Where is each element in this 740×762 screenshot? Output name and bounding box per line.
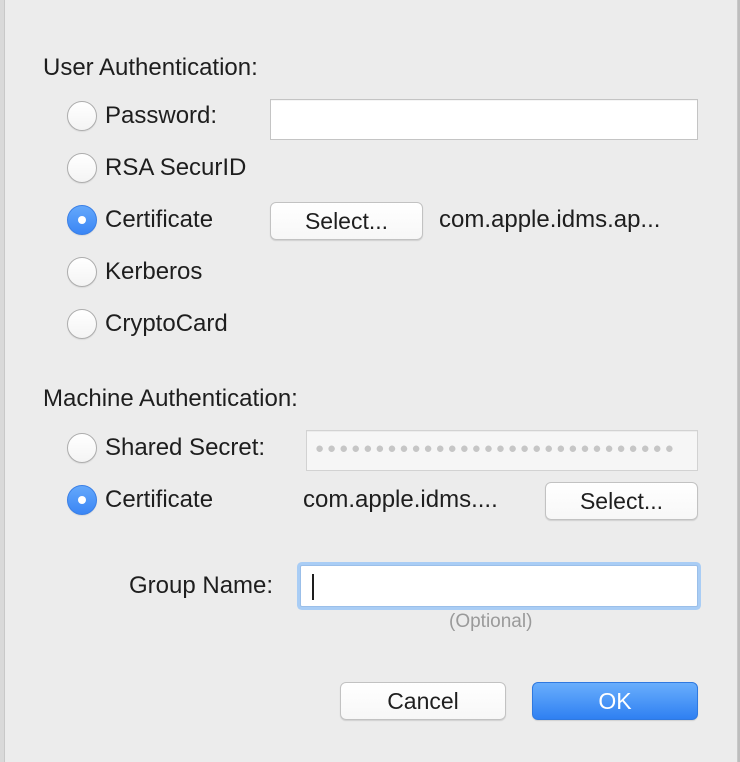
- user-certificate-label[interactable]: Certificate: [105, 206, 213, 234]
- group-name-input[interactable]: [300, 565, 698, 607]
- user-certificate-select-button[interactable]: Select...: [270, 202, 423, 240]
- group-name-optional-hint: (Optional): [449, 611, 533, 632]
- password-label[interactable]: Password:: [105, 102, 217, 130]
- ok-button[interactable]: OK: [532, 682, 698, 720]
- user-certificate-radio[interactable]: [67, 205, 97, 235]
- user-certificate-name: com.apple.idms.ap...: [439, 206, 661, 233]
- shared-secret-radio[interactable]: [67, 433, 97, 463]
- shared-secret-label[interactable]: Shared Secret:: [105, 434, 265, 462]
- machine-certificate-name: com.apple.idms....: [303, 486, 498, 513]
- kerberos-radio[interactable]: [67, 257, 97, 287]
- vpn-authentication-sheet: User Authentication: Password: RSA Secur…: [4, 0, 738, 762]
- password-radio[interactable]: [67, 101, 97, 131]
- kerberos-label[interactable]: Kerberos: [105, 258, 202, 286]
- group-name-label: Group Name:: [129, 572, 274, 599]
- cryptocard-label[interactable]: CryptoCard: [105, 310, 228, 338]
- user-authentication-title: User Authentication:: [43, 54, 258, 81]
- text-caret: [312, 574, 314, 600]
- cryptocard-radio[interactable]: [67, 309, 97, 339]
- rsa-securid-radio[interactable]: [67, 153, 97, 183]
- password-input[interactable]: [270, 99, 698, 140]
- shared-secret-input[interactable]: ●●●●●●●●●●●●●●●●●●●●●●●●●●●●●●: [306, 430, 698, 471]
- machine-certificate-select-button[interactable]: Select...: [545, 482, 698, 520]
- shared-secret-mask: ●●●●●●●●●●●●●●●●●●●●●●●●●●●●●●: [315, 440, 677, 457]
- machine-certificate-label[interactable]: Certificate: [105, 486, 213, 514]
- machine-certificate-radio[interactable]: [67, 485, 97, 515]
- machine-authentication-title: Machine Authentication:: [43, 385, 298, 412]
- rsa-securid-label[interactable]: RSA SecurID: [105, 154, 246, 182]
- cancel-button[interactable]: Cancel: [340, 682, 506, 720]
